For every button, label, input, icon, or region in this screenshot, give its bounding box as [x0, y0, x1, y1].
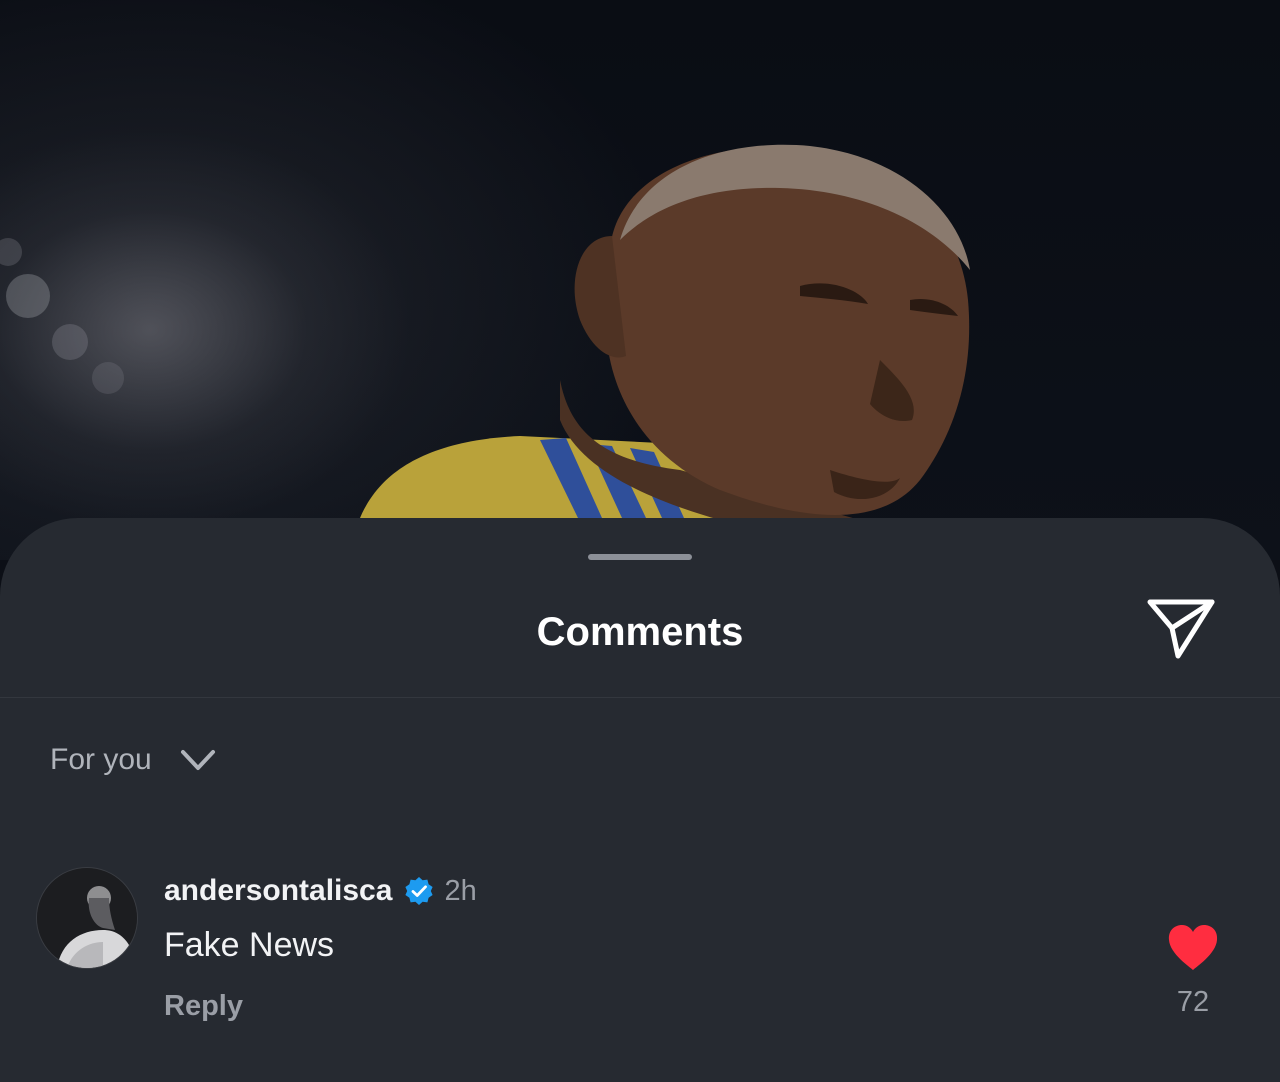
- reply-button[interactable]: Reply: [164, 986, 243, 1026]
- comment-timestamp: 2h: [444, 874, 477, 907]
- chevron-down-icon: [180, 750, 215, 770]
- like-button[interactable]: [1166, 924, 1220, 972]
- header-divider: [0, 697, 1280, 698]
- share-button[interactable]: [1140, 594, 1220, 664]
- drag-handle[interactable]: [588, 554, 692, 560]
- sort-selector[interactable]: For you: [50, 736, 216, 784]
- comment-header: andersontalisca 2h: [164, 870, 477, 912]
- comment-text: Fake News: [164, 926, 335, 964]
- sort-label: For you: [50, 743, 152, 776]
- comment-username[interactable]: andersontalisca: [164, 874, 392, 908]
- screen: Comments For you andersontalisca 2h Fake…: [0, 0, 1280, 1082]
- avatar[interactable]: [36, 867, 138, 969]
- comments-sheet: Comments For you andersontalisca 2h Fake…: [0, 518, 1280, 1082]
- post-background-photo: [0, 0, 1280, 560]
- player-photo: [0, 144, 970, 520]
- heart-filled-icon: [1168, 925, 1218, 970]
- paper-plane-icon: [1147, 599, 1215, 659]
- verified-badge-icon: [405, 877, 434, 905]
- comment-item: andersontalisca 2h Fake News Reply 72: [0, 858, 1280, 1028]
- avatar-photo: [37, 868, 137, 968]
- sheet-title: Comments: [536, 610, 744, 654]
- like-count: 72: [1176, 986, 1210, 1018]
